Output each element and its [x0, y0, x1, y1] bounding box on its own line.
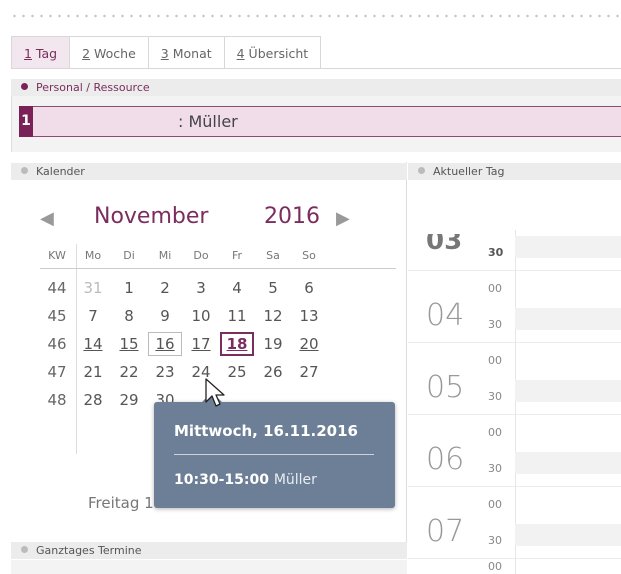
minute-label: 30: [488, 318, 502, 331]
weekday-header: KW: [48, 249, 66, 262]
day-cell[interactable]: 10: [184, 304, 218, 328]
bullet-icon: [21, 546, 28, 553]
bullet-icon: [21, 167, 28, 174]
day-cell[interactable]: 28: [76, 388, 110, 412]
day-cell[interactable]: 19: [256, 332, 290, 356]
tabs-underline: [11, 68, 621, 69]
day-cell[interactable]: 29: [112, 388, 146, 412]
day-cell[interactable]: 6: [292, 276, 326, 300]
hour-divider: [408, 270, 621, 271]
bullet-icon: [21, 83, 28, 90]
minute-label: 00: [488, 560, 502, 573]
day-cell-today[interactable]: 18: [220, 332, 254, 356]
minute-label: 00: [488, 426, 502, 439]
weekday-header: Sa: [266, 249, 280, 262]
tooltip-person: Müller: [273, 472, 317, 488]
tab-month[interactable]: 3 Monat: [147, 36, 225, 69]
prev-month-icon[interactable]: ◀: [40, 208, 54, 229]
day-cell[interactable]: 23: [148, 360, 182, 384]
week-number: 48: [47, 391, 67, 409]
minute-label: 30: [488, 462, 502, 475]
half-hour-slot[interactable]: [515, 524, 621, 546]
mouse-pointer-icon: [205, 378, 225, 407]
hour-label: 06: [426, 442, 465, 477]
hour-label: 05: [426, 370, 465, 405]
view-tabs: 1 Tag 2 Woche 3 Monat 4 Übersicht: [11, 36, 322, 69]
weekday-header-divider: [40, 268, 396, 269]
weekday-header: Do: [193, 249, 209, 262]
day-cell[interactable]: 9: [148, 304, 182, 328]
tab-day[interactable]: 1 Tag: [11, 36, 71, 69]
day-cell-with-appointment[interactable]: 15: [112, 332, 146, 356]
allday-section-header: Ganztages Termine: [11, 542, 407, 559]
person-number-badge: 1: [19, 106, 33, 137]
scroll-mask: [408, 180, 621, 230]
day-cell[interactable]: 8: [112, 304, 146, 328]
day-cell[interactable]: 12: [256, 304, 290, 328]
person-resource-field[interactable]: 1 : Müller: [19, 106, 621, 137]
minute-label: 00: [488, 354, 502, 367]
half-hour-slot[interactable]: [515, 236, 621, 258]
minute-label: 30: [488, 246, 504, 259]
day-cell[interactable]: 2: [148, 276, 182, 300]
person-name: : Müller: [178, 112, 238, 131]
hour-label: 07: [426, 514, 465, 549]
bullet-icon: [418, 167, 425, 174]
weekday-header: Mo: [84, 249, 102, 262]
year-label: 2016: [264, 204, 320, 229]
day-cell[interactable]: 11: [220, 304, 254, 328]
tab-week[interactable]: 2 Woche: [69, 36, 149, 69]
top-dotted-divider: [10, 14, 621, 18]
day-cell-with-appointment[interactable]: 20: [292, 332, 326, 356]
day-cell[interactable]: 31: [76, 276, 110, 300]
hour-divider: [408, 558, 621, 559]
half-hour-slot[interactable]: [515, 308, 621, 330]
minute-label: 00: [488, 498, 502, 511]
day-cell[interactable]: 7: [76, 304, 110, 328]
day-cell[interactable]: 21: [76, 360, 110, 384]
tooltip-divider: [174, 454, 374, 455]
personal-section-header: Personal / Ressource: [11, 79, 621, 96]
day-cell[interactable]: 26: [256, 360, 290, 384]
weekday-header: Di: [123, 249, 135, 262]
tab-overview[interactable]: 4 Übersicht: [223, 36, 322, 69]
tooltip-appointment: 10:30-15:00 Müller: [174, 472, 317, 488]
day-section-header: Aktueller Tag: [408, 163, 621, 180]
week-number: 45: [47, 307, 67, 325]
minute-label: 30: [488, 390, 502, 403]
week-number: 46: [47, 335, 67, 353]
day-cell[interactable]: 27: [292, 360, 326, 384]
calendar-section-header: Kalender: [11, 163, 407, 180]
day-cell[interactable]: 5: [256, 276, 290, 300]
month-label: November: [94, 204, 209, 229]
day-cell[interactable]: 1: [112, 276, 146, 300]
day-tooltip: Mittwoch, 16.11.2016 10:30-15:00 Müller: [154, 392, 395, 508]
day-cell-with-appointment[interactable]: 14: [76, 332, 110, 356]
next-month-icon[interactable]: ▶: [336, 208, 350, 229]
half-hour-slot[interactable]: [515, 380, 621, 402]
day-cell[interactable]: 13: [292, 304, 326, 328]
hour-label: 04: [426, 298, 465, 333]
allday-list: [11, 560, 407, 574]
day-cell[interactable]: 3: [184, 276, 218, 300]
hour-divider: [408, 342, 621, 343]
hour-divider: [408, 486, 621, 487]
week-number: 44: [47, 279, 67, 297]
weekday-header: So: [302, 249, 316, 262]
hour-divider: [408, 414, 621, 415]
weekday-header: Mi: [158, 249, 172, 262]
day-cell-hovered[interactable]: 16: [148, 332, 182, 356]
minute-label: 00: [488, 282, 502, 295]
month-navigation: ◀ November 2016 ▶: [40, 202, 380, 238]
weekday-header: Fr: [231, 249, 243, 262]
week-number: 47: [47, 363, 67, 381]
hour-label: 03: [426, 226, 463, 256]
day-cell-with-appointment[interactable]: 17: [184, 332, 218, 356]
tooltip-time: 10:30-15:00: [174, 472, 269, 488]
tooltip-date: Mittwoch, 16.11.2016: [174, 422, 358, 440]
minute-label: 30: [488, 534, 502, 547]
day-cell[interactable]: 22: [112, 360, 146, 384]
day-cell[interactable]: 4: [220, 276, 254, 300]
half-hour-slot[interactable]: [515, 452, 621, 474]
